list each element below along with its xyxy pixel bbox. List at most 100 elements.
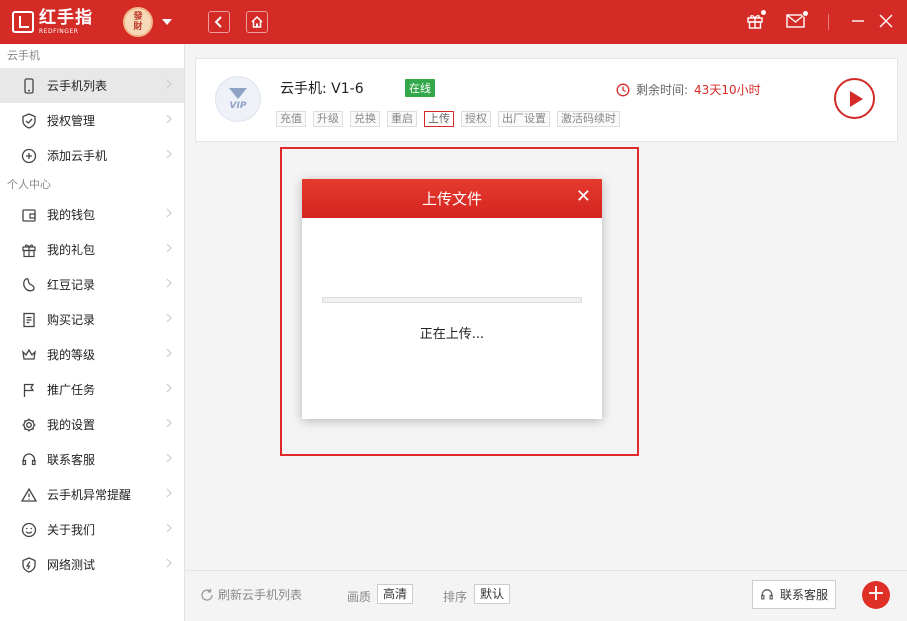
add-button[interactable]: + bbox=[862, 581, 890, 609]
authorize-button[interactable]: 授权 bbox=[461, 111, 491, 127]
headset-icon bbox=[20, 451, 38, 469]
sidebar-item-gift[interactable]: 我的礼包 bbox=[0, 232, 184, 267]
back-button[interactable] bbox=[208, 11, 230, 33]
home-button[interactable] bbox=[246, 11, 268, 33]
recharge-button[interactable]: 充值 bbox=[276, 111, 306, 127]
app-logo: 红手指 REDFINGER bbox=[12, 10, 122, 35]
refresh-label: 刷新云手机列表 bbox=[218, 586, 302, 603]
chevron-down-icon[interactable] bbox=[162, 19, 172, 25]
gift-button[interactable] bbox=[746, 12, 764, 33]
sidebar-item-phone-list[interactable]: 云手机列表 bbox=[0, 68, 184, 103]
dialog-title: 上传文件 bbox=[422, 188, 482, 209]
play-icon bbox=[850, 91, 863, 107]
device-card[interactable]: VIP 云手机: V1-6 在线 充值 升级 兑换 重启 上传 授权 出厂设置 … bbox=[195, 58, 898, 142]
contact-support-button[interactable]: 联系客服 bbox=[752, 580, 836, 609]
remaining-label: 剩余时间: bbox=[636, 81, 688, 98]
chevron-right-icon bbox=[166, 278, 172, 288]
upgrade-button[interactable]: 升级 bbox=[313, 111, 343, 127]
chevron-right-icon bbox=[166, 453, 172, 463]
sidebar-item-level[interactable]: 我的等级 bbox=[0, 337, 184, 372]
contact-support-label: 联系客服 bbox=[780, 586, 828, 603]
upload-dialog: 上传文件 ✕ 正在上传... bbox=[302, 179, 602, 419]
headset-icon bbox=[760, 588, 774, 602]
smile-icon bbox=[20, 521, 38, 539]
sidebar-item-label: 推广任务 bbox=[47, 381, 95, 398]
upload-button[interactable]: 上传 bbox=[424, 111, 454, 127]
chevron-right-icon bbox=[166, 208, 172, 218]
device-actions: 充值 升级 兑换 重启 上传 授权 出厂设置 激活码续时 bbox=[276, 111, 627, 127]
notification-dot bbox=[802, 10, 809, 17]
chevron-right-icon bbox=[166, 418, 172, 428]
wallet-icon bbox=[20, 206, 38, 224]
sidebar-item-label: 授权管理 bbox=[47, 112, 95, 129]
sidebar-item-auth[interactable]: 授权管理 bbox=[0, 103, 184, 138]
diamond-icon bbox=[229, 88, 247, 99]
chevron-right-icon bbox=[166, 523, 172, 533]
sidebar-item-about[interactable]: 关于我们 bbox=[0, 512, 184, 547]
avatar[interactable]: 發財 bbox=[123, 7, 153, 37]
gift-icon bbox=[20, 241, 38, 259]
receipt-icon bbox=[20, 311, 38, 329]
chevron-right-icon bbox=[166, 313, 172, 323]
chevron-right-icon bbox=[166, 79, 172, 89]
title-bar: 红手指 REDFINGER 發財 bbox=[0, 0, 907, 44]
sidebar-item-label: 联系客服 bbox=[47, 451, 95, 468]
factory-reset-button[interactable]: 出厂设置 bbox=[498, 111, 550, 127]
chevron-right-icon bbox=[166, 114, 172, 124]
logo-icon bbox=[12, 11, 34, 33]
message-button[interactable] bbox=[786, 13, 806, 32]
sort-select[interactable]: 默认 bbox=[474, 584, 510, 604]
quality-label: 画质 bbox=[347, 588, 371, 605]
sidebar-item-label: 我的等级 bbox=[47, 346, 95, 363]
sidebar-item-label: 我的礼包 bbox=[47, 241, 95, 258]
sidebar-item-label: 云手机列表 bbox=[47, 77, 107, 94]
chevron-right-icon bbox=[166, 488, 172, 498]
crown-icon bbox=[20, 346, 38, 364]
sidebar-item-settings[interactable]: 我的设置 bbox=[0, 407, 184, 442]
logo-subtext: REDFINGER bbox=[39, 29, 93, 35]
notification-dot bbox=[760, 9, 767, 16]
chevron-right-icon bbox=[166, 149, 172, 159]
sidebar-item-label: 购买记录 bbox=[47, 311, 95, 328]
sidebar-item-add-phone[interactable]: 添加云手机 bbox=[0, 138, 184, 173]
sidebar-section-title: 云手机 bbox=[0, 44, 184, 68]
remaining-value: 43天10小时 bbox=[694, 81, 761, 98]
avatar-text: 發財 bbox=[130, 12, 146, 32]
sidebar-item-alerts[interactable]: 云手机异常提醒 bbox=[0, 477, 184, 512]
chevron-left-icon bbox=[214, 16, 224, 28]
restart-button[interactable]: 重启 bbox=[387, 111, 417, 127]
sidebar-item-network[interactable]: 网络测试 bbox=[0, 547, 184, 582]
gear-icon bbox=[20, 416, 38, 434]
sidebar-item-label: 红豆记录 bbox=[47, 276, 95, 293]
close-icon bbox=[879, 14, 893, 28]
redeem-button[interactable]: 兑换 bbox=[350, 111, 380, 127]
plus-circle-icon bbox=[20, 147, 38, 165]
sidebar-item-support[interactable]: 联系客服 bbox=[0, 442, 184, 477]
sidebar-item-label: 关于我们 bbox=[47, 521, 95, 538]
sidebar-item-label: 网络测试 bbox=[47, 556, 95, 573]
sidebar-item-wallet[interactable]: 我的钱包 bbox=[0, 197, 184, 232]
network-icon bbox=[20, 556, 38, 574]
close-window-button[interactable] bbox=[879, 14, 893, 31]
refresh-button[interactable]: 刷新云手机列表 bbox=[200, 586, 302, 603]
activation-code-button[interactable]: 激活码续时 bbox=[557, 111, 620, 127]
flag-icon bbox=[20, 381, 38, 399]
logo-text: 红手指 bbox=[39, 10, 93, 27]
sidebar-item-promo[interactable]: 推广任务 bbox=[0, 372, 184, 407]
sidebar-item-purchases[interactable]: 购买记录 bbox=[0, 302, 184, 337]
play-button[interactable] bbox=[834, 78, 875, 119]
upload-status: 正在上传... bbox=[302, 323, 602, 342]
close-icon[interactable]: ✕ bbox=[576, 188, 591, 206]
divider bbox=[828, 14, 829, 30]
dialog-header: 上传文件 ✕ bbox=[302, 179, 602, 218]
sidebar-item-beans[interactable]: 红豆记录 bbox=[0, 267, 184, 302]
device-name: 云手机: V1-6 bbox=[280, 78, 364, 98]
minimize-icon bbox=[851, 14, 865, 28]
status-badge: 在线 bbox=[405, 79, 435, 97]
vip-badge: VIP bbox=[215, 76, 261, 122]
minimize-button[interactable] bbox=[851, 14, 865, 31]
footer-bar: 刷新云手机列表 画质 高清 排序 默认 联系客服 + bbox=[186, 570, 907, 621]
chevron-right-icon bbox=[166, 243, 172, 253]
quality-select[interactable]: 高清 bbox=[377, 584, 413, 604]
sidebar-item-label: 云手机异常提醒 bbox=[47, 486, 131, 503]
